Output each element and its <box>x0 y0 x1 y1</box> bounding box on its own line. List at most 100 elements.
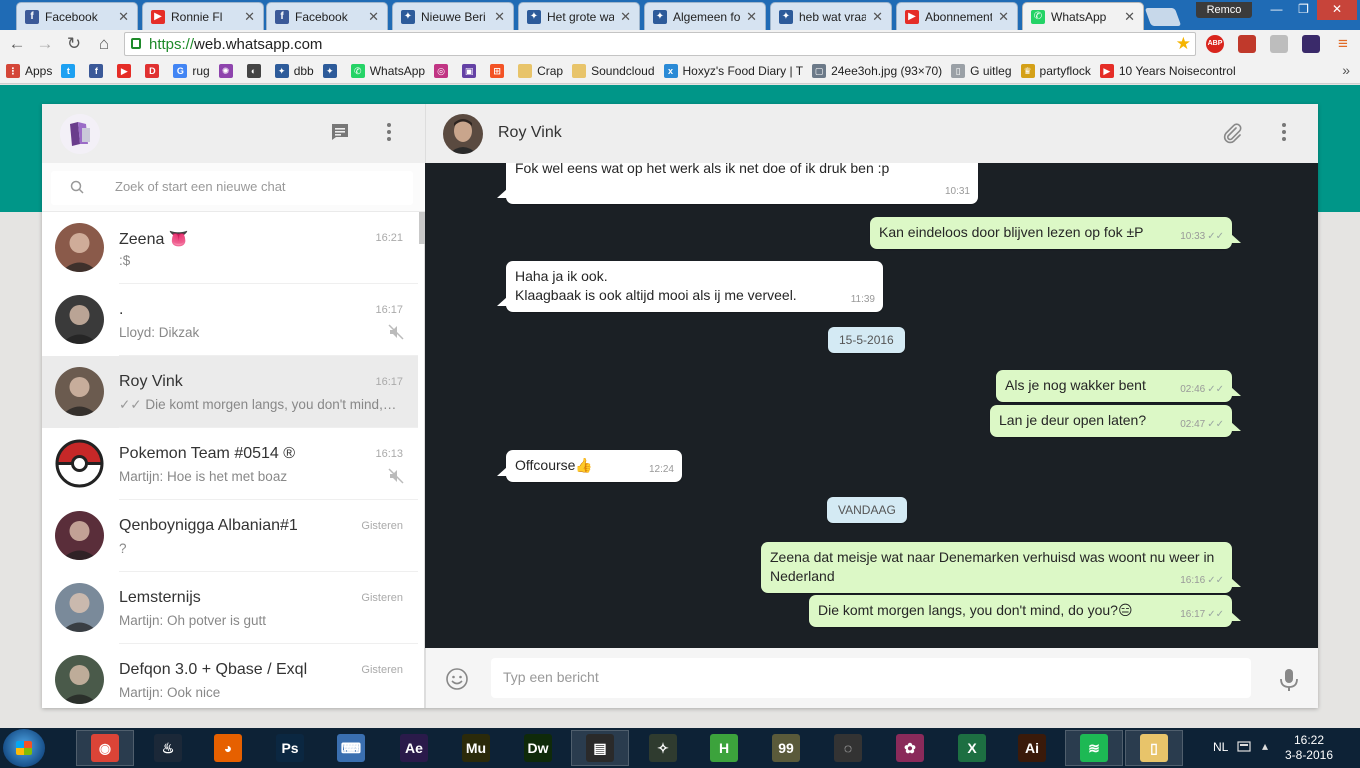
close-window-button[interactable]: ✕ <box>1317 0 1357 20</box>
tab-whatsapp[interactable]: ✆ WhatsApp ✕ <box>1022 2 1144 30</box>
search-input[interactable] <box>115 179 395 194</box>
bookmark-bookmark-badge[interactable]: ✺ <box>218 63 238 78</box>
taskbar-keyboard-app-button[interactable]: ⌨ <box>322 730 380 766</box>
conversation-menu-dots-icon[interactable] <box>1272 122 1296 146</box>
tab-facebook[interactable]: f Facebook ✕ <box>266 2 388 30</box>
adblock-plus-icon[interactable]: ABP <box>1206 35 1224 53</box>
bookmark-fok[interactable]: ✦ <box>322 63 342 78</box>
close-tab-icon[interactable]: ✕ <box>244 9 255 25</box>
extension-icon[interactable] <box>1302 35 1320 53</box>
bookmark-apps[interactable]: ⋮ Apps <box>6 63 52 78</box>
bookmark-partyflock[interactable]: ♛ partyflock <box>1020 63 1091 78</box>
outgoing-message[interactable]: Die komt morgen langs, you don't mind, d… <box>809 595 1241 627</box>
chat-list-item[interactable]: Zeena 👅 16:21:$ <box>42 212 418 284</box>
chrome-menu-icon[interactable]: ≡ <box>1332 34 1354 54</box>
bookmark-deezer[interactable]: D <box>145 63 164 78</box>
taskbar-cs-go-button[interactable]: ✧ <box>634 730 692 766</box>
restore-button[interactable]: ❐ <box>1290 0 1317 20</box>
bookmark-youtube[interactable]: ▶ <box>117 63 136 78</box>
tab-ronnie-fl[interactable]: ▶ Ronnie Fl ✕ <box>142 2 264 30</box>
extension-icon[interactable] <box>1238 35 1256 53</box>
bookmark-windows[interactable]: ⊞ <box>490 63 509 78</box>
chat-list-item[interactable]: Qenboynigga Albanian#1 Gisteren? <box>42 500 418 572</box>
minimize-button[interactable]: — <box>1263 0 1290 20</box>
back-arrow-icon[interactable]: ← <box>6 34 28 54</box>
taskbar-after-effects-button[interactable]: Ae <box>385 730 443 766</box>
outgoing-message[interactable]: Zeena dat meisje wat naar Denemarken ver… <box>761 542 1241 593</box>
taskbar-firefox-button[interactable]: ◕ <box>199 730 257 766</box>
incoming-message[interactable]: Offcourse👍 12:24 <box>497 450 682 482</box>
chat-list-item[interactable]: Defqon 3.0 + Qbase / Exql Gisteren Martijn… <box>42 644 418 708</box>
bookmark-g-uitleg[interactable]: ▯ G uitleg <box>951 63 1012 78</box>
bookmark-twitch[interactable]: ▣ <box>462 63 481 78</box>
forward-arrow-icon[interactable]: → <box>34 34 56 54</box>
close-tab-icon[interactable]: ✕ <box>368 9 379 25</box>
incoming-message[interactable]: Haha ja ik ook. Klaagbaak is ook altijd … <box>497 261 883 312</box>
language-indicator[interactable]: NL <box>1213 740 1228 754</box>
reload-icon[interactable]: ↻ <box>63 34 85 54</box>
taskbar-spotify-button[interactable]: ≋ <box>1065 730 1123 766</box>
chat-list-item[interactable]: Pokemon Team #0514 ® 16:13 Martijn: Hoe is… <box>42 428 418 500</box>
outgoing-message[interactable]: Als je nog wakker bent 02:46 ✓✓ <box>996 370 1241 402</box>
taskbar-muse-button[interactable]: Mu <box>447 730 505 766</box>
bookmark-rug[interactable]: Grug <box>173 63 210 78</box>
conversation-header[interactable]: Roy Vink <box>425 104 1318 163</box>
start-button[interactable] <box>3 729 45 767</box>
close-tab-icon[interactable]: ✕ <box>118 9 129 25</box>
chat-list-item[interactable]: . 16:17 Lloyd: Dikzak <box>42 284 418 356</box>
message-input[interactable] <box>503 669 1223 685</box>
taskbar-excel-button[interactable]: X <box>943 730 1001 766</box>
profile-badge[interactable]: Remco <box>1196 2 1252 18</box>
bookmark-24ee3oh-jpg-93-70-[interactable]: ▢ 24ee3oh.jpg (93×70) <box>812 63 942 78</box>
tab-heb-wat-vraa[interactable]: ✦ heb wat vraa ✕ <box>770 2 892 30</box>
outgoing-message[interactable]: Kan eindeloos door blijven lezen op fok … <box>870 217 1241 249</box>
bookmark-crap[interactable]: Crap <box>518 63 563 78</box>
close-tab-icon[interactable]: ✕ <box>620 9 631 25</box>
show-hidden-icons-icon[interactable]: ▴ <box>1262 739 1268 753</box>
bookmark-whatsapp[interactable]: ✆ WhatsApp <box>350 63 425 78</box>
taskbar-dreamweaver-button[interactable]: Dw <box>509 730 567 766</box>
close-tab-icon[interactable]: ✕ <box>872 9 883 25</box>
more-bookmarks-icon[interactable]: » <box>1342 62 1350 78</box>
tab-nieuwe-beri[interactable]: ✦ Nieuwe Beri ✕ <box>392 2 514 30</box>
contact-avatar[interactable] <box>443 114 483 154</box>
bookmark-bookmark-eye[interactable]: ◐ <box>246 63 266 78</box>
bookmark-twitter[interactable]: t <box>61 63 80 78</box>
bookmark-facebook[interactable]: f <box>89 63 108 78</box>
attach-paperclip-icon[interactable] <box>1220 122 1244 146</box>
bookmark-dbb[interactable]: ✦ dbb <box>274 63 314 78</box>
taskbar-ninety-nine-button[interactable]: 99 <box>757 730 815 766</box>
action-center-icon[interactable] <box>1237 741 1251 753</box>
taskbar-file-explorer-button[interactable]: ▯ <box>1125 730 1183 766</box>
bookmark-hoxyz-s-food-diary-t[interactable]: x Hoxyz's Food Diary | T <box>663 63 803 78</box>
close-tab-icon[interactable]: ✕ <box>1124 9 1135 25</box>
close-tab-icon[interactable]: ✕ <box>746 9 757 25</box>
outgoing-message[interactable]: Lan je deur open laten? 02:47 ✓✓ <box>990 405 1241 437</box>
bookmark-soundcloud[interactable]: Soundcloud <box>572 63 655 78</box>
microphone-icon[interactable] <box>1277 667 1301 693</box>
incoming-message[interactable]: Fok wel eens wat op het werk als ik net … <box>497 163 978 204</box>
close-tab-icon[interactable]: ✕ <box>998 9 1009 25</box>
bookmark-star-icon[interactable]: ★ <box>1176 34 1191 54</box>
tab-het-grote-wa[interactable]: ✦ Het grote wa ✕ <box>518 2 640 30</box>
new-tab-button[interactable] <box>1144 8 1182 26</box>
new-chat-icon[interactable] <box>328 122 352 146</box>
taskbar-chrome-button[interactable]: ◉ <box>76 730 134 766</box>
home-icon[interactable]: ⌂ <box>93 34 115 54</box>
taskbar-hotspot-shield-button[interactable]: H <box>695 730 753 766</box>
taskbar-rayman-disc-button[interactable]: ◌ <box>819 730 877 766</box>
taskbar-illustrator-button[interactable]: Ai <box>1003 730 1061 766</box>
system-clock[interactable]: 16:22 3-8-2016 <box>1282 733 1336 763</box>
taskbar-steam-button[interactable]: ♨ <box>139 730 197 766</box>
chat-list-item[interactable]: Lemsternijs Gisteren Martijn: Oh potver is… <box>42 572 418 644</box>
bookmark-10-years-noisecontrol[interactable]: ▶ 10 Years Noisecontrol <box>1099 63 1236 78</box>
tab-algemeen-fo[interactable]: ✦ Algemeen fo ✕ <box>644 2 766 30</box>
taskbar-video-editor-button[interactable]: ▤ <box>571 730 629 766</box>
menu-dots-icon[interactable] <box>377 122 401 146</box>
my-profile-avatar[interactable] <box>60 114 100 154</box>
close-tab-icon[interactable]: ✕ <box>494 9 505 25</box>
bookmark-instagram[interactable]: ◎ <box>434 63 453 78</box>
emoji-icon[interactable] <box>445 667 469 691</box>
address-bar[interactable]: https://web.whatsapp.com ★ <box>124 32 1196 56</box>
taskbar-photoshop-button[interactable]: Ps <box>261 730 319 766</box>
